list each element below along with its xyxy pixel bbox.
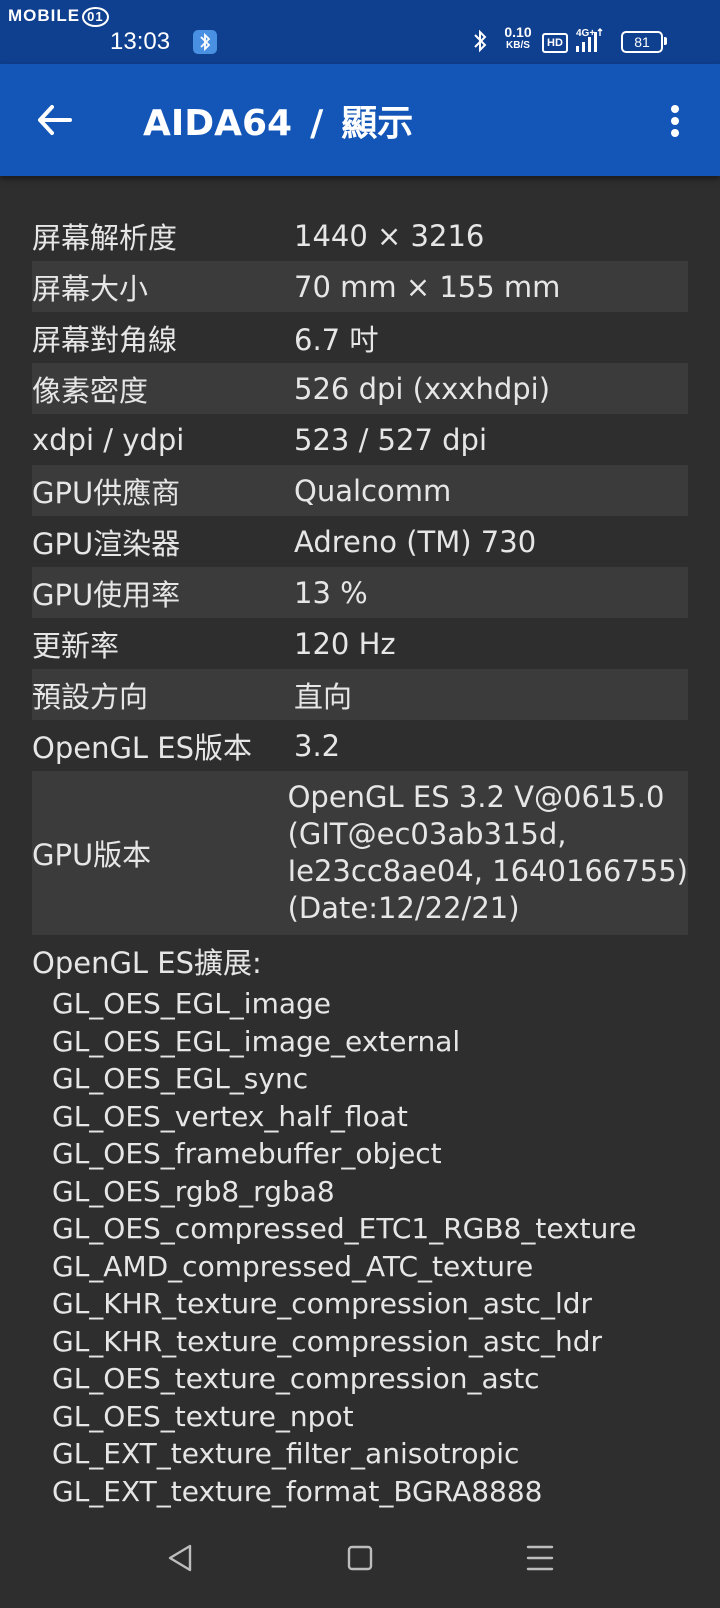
info-value: 直向 <box>294 679 353 714</box>
hd-badge: HD <box>542 33 568 53</box>
info-value: 523 / 527 dpi <box>294 422 488 457</box>
extension-item: GL_OES_compressed_ETC1_RGB8_texture <box>52 1212 637 1245</box>
info-row-xdpi-ydpi: xdpi / ydpi 523 / 527 dpi <box>32 414 688 465</box>
info-label: GPU版本 <box>32 838 152 872</box>
page-title: AIDA64 / 顯示 <box>143 94 413 146</box>
extension-item: GL_OES_texture_npot <box>52 1399 354 1433</box>
gpu-version-line: (GIT@ec03ab315d, <box>287 817 567 851</box>
app-name: AIDA64 <box>143 103 293 144</box>
info-value: 6.7 吋 <box>294 322 379 357</box>
extension-item: GL_OES_rgb8_rgba8 <box>52 1174 335 1208</box>
info-value: 3.2 <box>294 728 341 763</box>
nav-home-button[interactable] <box>340 1538 380 1578</box>
info-row-gpu-version: GPU版本 OpenGL ES 3.2 V@0615.0 (GIT@ec03ab… <box>32 771 688 935</box>
status-icons: 0.10 KB/S HD 4G+ 81 <box>460 24 720 58</box>
info-label: 屏幕解析度 <box>32 220 178 255</box>
nav-back-icon <box>168 1544 192 1572</box>
info-row-gpu-usage: GPU使用率 13 % <box>32 567 688 618</box>
info-value: 13 % <box>294 575 368 610</box>
title-separator: / <box>310 103 324 144</box>
nav-home-icon <box>347 1545 373 1571</box>
info-value: Qualcomm <box>294 473 452 508</box>
status-bar: MOBILE 01 13:03 0.10 KB/S HD 4G+ 81 <box>0 0 720 64</box>
watermark-text: MOBILE <box>8 6 81 25</box>
extension-item: GL_OES_EGL_image <box>52 987 332 1020</box>
info-value: 526 dpi (xxxhdpi) <box>294 371 551 406</box>
nav-recents-icon <box>526 1545 554 1571</box>
info-label: 像素密度 <box>32 373 149 408</box>
info-label: 預設方向 <box>32 679 149 714</box>
nav-recents-button[interactable] <box>520 1538 560 1578</box>
nav-back-button[interactable] <box>160 1538 200 1578</box>
extension-item: GL_KHR_texture_compression_astc_ldr <box>52 1287 593 1320</box>
net-speed: 0.10 KB/S <box>500 24 536 52</box>
more-vert-icon <box>671 105 679 137</box>
info-label: GPU使用率 <box>32 577 181 612</box>
extension-item: GL_OES_vertex_half_float <box>52 1099 408 1133</box>
extension-item: GL_EXT_texture_format_BGRA8888 <box>52 1474 543 1508</box>
extension-item: GL_OES_EGL_image_external <box>52 1024 461 1058</box>
gpu-version-line: (Date:12/22/21) <box>287 891 520 925</box>
app-bar: AIDA64 / 顯示 <box>0 64 720 176</box>
info-label: xdpi / ydpi <box>32 422 185 457</box>
signal-icon: 4G+ <box>572 26 612 60</box>
info-label: GPU渲染器 <box>32 526 181 561</box>
overflow-menu-button[interactable] <box>660 100 690 148</box>
watermark-logo: MOBILE 01 <box>8 6 109 27</box>
info-row-gpu-vendor: GPU供應商 Qualcomm <box>32 465 688 516</box>
system-nav-bar <box>0 1508 720 1608</box>
section-title: 顯示 <box>341 103 414 144</box>
info-row-screen-size: 屏幕大小 70 mm × 155 mm <box>32 261 688 312</box>
bluetooth-icon <box>470 28 490 58</box>
status-time: 13:03 <box>110 28 171 55</box>
battery-tip <box>664 37 667 45</box>
info-row-pixel-density: 像素密度 526 dpi (xxxhdpi) <box>32 363 688 414</box>
info-label: OpenGL ES版本 <box>32 730 253 765</box>
watermark-badge: 01 <box>82 7 109 27</box>
back-arrow-icon <box>38 105 72 135</box>
info-value: 1440 × 3216 <box>294 218 485 253</box>
extension-item: GL_OES_texture_compression_astc <box>52 1362 540 1395</box>
info-row-refresh-rate: 更新率 120 Hz <box>32 618 688 669</box>
info-value: 120 Hz <box>294 626 396 661</box>
extensions-header: OpenGL ES擴展: <box>32 946 262 980</box>
display-info-list[interactable]: 屏幕解析度 1440 × 3216 屏幕大小 70 mm × 155 mm 屏幕… <box>32 210 688 1520</box>
info-row-diagonal: 屏幕對角線 6.7 吋 <box>32 312 688 363</box>
extension-item: GL_KHR_texture_compression_astc_hdr <box>52 1324 602 1358</box>
extension-item: GL_OES_EGL_sync <box>52 1062 309 1095</box>
battery-icon: 81 <box>621 31 663 53</box>
info-row-gpu-renderer: GPU渲染器 Adreno (TM) 730 <box>32 516 688 567</box>
net-speed-value: 0.10 <box>504 24 532 40</box>
info-value: 70 mm × 155 mm <box>294 269 561 304</box>
gpu-version-line: Ie23cc8ae04, 1640166755) <box>287 854 688 888</box>
back-button[interactable] <box>32 96 80 144</box>
extension-item: GL_OES_framebuffer_object <box>52 1137 442 1170</box>
info-label: 屏幕大小 <box>32 271 149 306</box>
info-label: GPU供應商 <box>32 475 181 510</box>
net-speed-unit: KB/S <box>506 40 530 51</box>
network-type: 4G+ <box>576 28 595 39</box>
gpu-version-line: OpenGL ES 3.2 V@0615.0 <box>287 780 665 814</box>
info-row-resolution: 屏幕解析度 1440 × 3216 <box>32 210 688 261</box>
bluetooth-app-icon <box>193 30 217 54</box>
info-row-orientation: 預設方向 直向 <box>32 669 688 720</box>
info-row-opengl-version: OpenGL ES版本 3.2 <box>32 720 688 771</box>
info-label: 屏幕對角線 <box>32 322 178 357</box>
extension-item: GL_EXT_texture_filter_anisotropic <box>52 1437 520 1470</box>
info-value-multiline: OpenGL ES 3.2 V@0615.0 (GIT@ec03ab315d, … <box>288 779 688 927</box>
info-label: 更新率 <box>32 628 120 663</box>
extensions-list[interactable]: GL_OES_EGL_image GL_OES_EGL_image_extern… <box>32 985 688 1520</box>
extension-item: GL_AMD_compressed_ATC_texture <box>52 1249 534 1283</box>
info-value: Adreno (TM) 730 <box>294 524 537 559</box>
